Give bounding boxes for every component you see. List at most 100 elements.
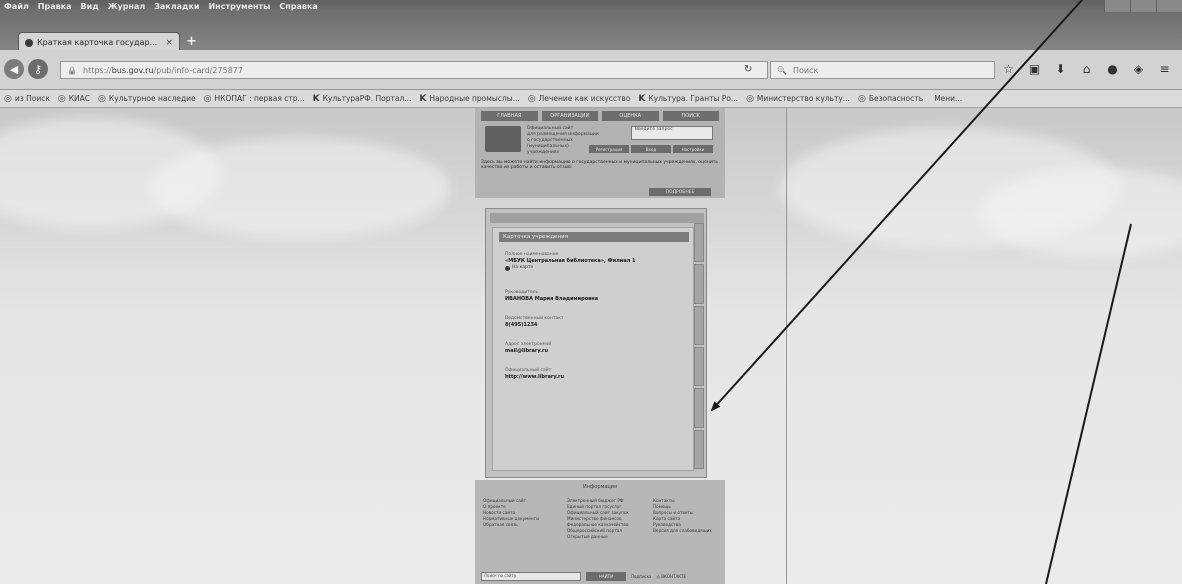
- map-link-label: На карте: [512, 265, 534, 270]
- site-nav-item[interactable]: ГЛАВНАЯ: [481, 111, 538, 121]
- home-icon[interactable]: ⌂: [1080, 62, 1093, 76]
- address-bar[interactable]: 🔒 https://bus.gov.ru/pub/info-card/27587…: [60, 61, 768, 79]
- bookmark-item[interactable]: K КультураРФ. Портал...: [313, 94, 412, 104]
- site-notice: Здесь вы можете найти информацию о госуд…: [481, 160, 719, 170]
- menu-edit[interactable]: Правка: [38, 2, 72, 11]
- card-side-tabs: [694, 223, 704, 469]
- bookmark-item[interactable]: ◎ Культурное наследие: [98, 94, 196, 104]
- reload-icon[interactable]: ↻: [744, 64, 752, 75]
- bookmark-label: Культура. Гранты Ро...: [648, 94, 739, 103]
- key-icon: ⚷: [33, 62, 43, 76]
- bookmarks-toolbar: ◎ из Поиск ◎ КИАС ◎ Культурное наследие ◎ НК…: [0, 90, 1182, 108]
- subscribe-link[interactable]: Подписка: [631, 574, 652, 579]
- field-contact: Ведомственный контакт 8(495)1234: [505, 316, 564, 329]
- hamburger-menu-icon[interactable]: ≡: [1158, 62, 1171, 76]
- sync-icon[interactable]: ●: [1106, 62, 1119, 76]
- search-icon: 🔍: [777, 65, 787, 75]
- bookmark-star-icon[interactable]: ☆: [1002, 62, 1015, 76]
- site-footer: Информация Официальный сайт О проекте Но…: [475, 480, 725, 584]
- tab-title: Краткая карточка государ...: [37, 38, 158, 47]
- register-button[interactable]: Регистрация: [589, 145, 629, 153]
- field-value[interactable]: http://www.library.ru: [505, 374, 564, 381]
- menu-bookmarks[interactable]: Закладки: [154, 2, 199, 11]
- info-card: Карточка учреждения Полное наименование …: [485, 208, 707, 478]
- site-logo[interactable]: [485, 126, 521, 152]
- social-link[interactable]: ◎ ВКОНТАКТЕ: [657, 574, 687, 579]
- lock-icon: 🔒: [67, 66, 77, 75]
- field-website: Официальный сайт http://www.library.ru: [505, 368, 564, 381]
- url-host: bus.gov.ru: [111, 65, 154, 75]
- bookmark-item[interactable]: ◎ НКОПАГ : первая стр...: [204, 94, 305, 104]
- menu-tools[interactable]: Инструменты: [208, 2, 270, 11]
- pocket-icon[interactable]: ◈: [1132, 62, 1145, 76]
- url-prefix: https://: [83, 65, 112, 75]
- login-button[interactable]: Вход: [631, 145, 671, 153]
- footer-search-input[interactable]: Поиск по сайту: [481, 571, 581, 581]
- bookmark-icon: K: [638, 93, 646, 104]
- bookmark-label: Мени...: [934, 94, 963, 103]
- card-body: Карточка учреждения Полное наименование …: [492, 227, 694, 471]
- menu-help[interactable]: Справка: [279, 2, 317, 11]
- identity-button[interactable]: ⚷: [28, 59, 48, 79]
- site-nav-item[interactable]: ОЦЕНКА: [602, 111, 659, 121]
- side-tab[interactable]: [694, 388, 704, 428]
- bookmark-item[interactable]: ◎ Министерство культу...: [746, 94, 850, 104]
- footer-column: Официальный сайт О проекте Новости сайта…: [483, 498, 539, 528]
- bookmark-icon: ◎: [57, 93, 66, 104]
- settings-button[interactable]: Настройки: [673, 145, 713, 153]
- footer-search-row: Поиск по сайту НАЙТИ Подписка ◎ ВКОНТАКТ…: [481, 570, 719, 582]
- menu-file[interactable]: Файл: [4, 2, 29, 11]
- browser-tab[interactable]: Краткая карточка государ... ×: [18, 32, 180, 52]
- map-link[interactable]: На карте: [505, 265, 636, 271]
- menu-bar: Файл Правка Вид Журнал Закладки Инструме…: [0, 0, 1182, 12]
- side-tab[interactable]: [694, 346, 704, 387]
- site-nav-item[interactable]: ПОИСК: [662, 111, 719, 121]
- new-tab-button[interactable]: +: [186, 34, 197, 49]
- bookmark-item[interactable]: ◎ из Поиск: [4, 94, 50, 104]
- side-tab[interactable]: [694, 223, 704, 263]
- field-value: ИВАНОВА Мария Владимировна: [505, 296, 599, 302]
- field-value: «МБУК Центральная библиотека», Филиал 1: [505, 258, 636, 264]
- field-email: Адрес электронной mail@library.ru: [505, 342, 551, 355]
- bookmark-item[interactable]: ◎ КИАС: [58, 94, 90, 104]
- bookmark-label: Министерство культу...: [756, 94, 850, 103]
- menu-view[interactable]: Вид: [81, 2, 99, 11]
- site-header: ГЛАВНАЯ ОРГАНИЗАЦИИ ОЦЕНКА ПОИСК Официал…: [475, 108, 725, 198]
- bookmark-item[interactable]: ◎ Лечение как искусство: [528, 94, 631, 104]
- field-director: Руководитель ИВАНОВА Мария Владимировна: [505, 290, 598, 303]
- page-viewport: ГЛАВНАЯ ОРГАНИЗАЦИИ ОЦЕНКА ПОИСК Официал…: [0, 108, 1182, 584]
- tab-bar: Краткая карточка государ... × +: [0, 12, 1182, 52]
- search-box[interactable]: 🔍 Поиск: [770, 61, 995, 79]
- bookmark-icon: ◎: [203, 93, 212, 104]
- site-search-field[interactable]: Введите запрос: [631, 126, 713, 140]
- download-icon[interactable]: ⬇: [1054, 62, 1067, 76]
- bookmark-item[interactable]: ◎ Безопасность: [858, 94, 923, 104]
- bookmark-item[interactable]: Мени...: [931, 94, 962, 103]
- back-button[interactable]: ◀: [4, 59, 24, 79]
- map-pin-icon: [505, 265, 510, 271]
- footer-search-button[interactable]: НАЙТИ: [586, 571, 626, 581]
- back-arrow-icon: ◀: [9, 62, 19, 76]
- side-tab[interactable]: [694, 264, 704, 304]
- bookmark-icon: K: [419, 93, 427, 104]
- reading-list-icon[interactable]: ▣: [1028, 62, 1041, 76]
- bookmark-label: Культурное наследие: [108, 94, 196, 103]
- site-nav-item[interactable]: ОРГАНИЗАЦИИ: [541, 111, 598, 121]
- footer-link[interactable]: Открытые данные: [567, 534, 629, 540]
- close-tab-icon[interactable]: ×: [165, 38, 179, 48]
- bookmark-item[interactable]: K Культура. Гранты Ро...: [638, 94, 738, 104]
- card-title: Карточка учреждения: [499, 232, 689, 242]
- footer-link[interactable]: Версия для слабовидящих: [653, 528, 712, 534]
- url-path: /pub/info-card/275877: [153, 65, 243, 75]
- toolbar-icons: ☆ ▣ ⬇ ⌂ ● ◈ ≡: [1002, 62, 1171, 76]
- more-button[interactable]: ПОДРОБНЕЕ: [649, 188, 711, 196]
- bookmark-item[interactable]: K Народные промыслы...: [419, 94, 519, 104]
- bookmark-label: Безопасность: [868, 94, 924, 103]
- bookmark-icon: ◎: [857, 93, 866, 104]
- header-buttons: Регистрация Вход Настройки: [589, 145, 713, 153]
- side-tab[interactable]: [694, 305, 704, 345]
- footer-link[interactable]: Обратная связь: [483, 522, 539, 528]
- menu-history[interactable]: Журнал: [108, 2, 146, 11]
- side-tab[interactable]: [694, 429, 704, 469]
- field-value[interactable]: mail@library.ru: [505, 348, 551, 355]
